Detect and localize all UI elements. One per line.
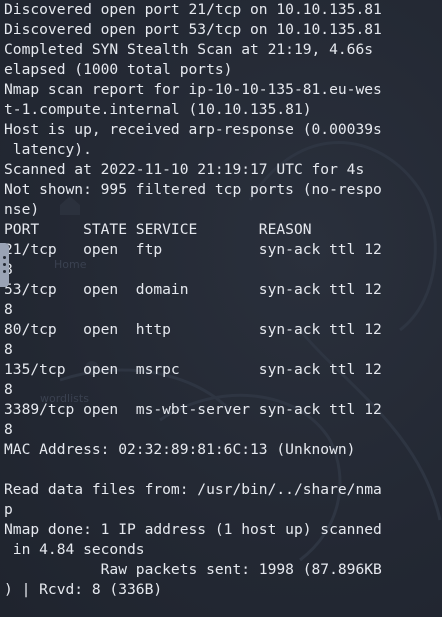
terminal-line: Completed SYN Stealth Scan at 21:19, 4.6… bbox=[4, 41, 374, 58]
terminal-line: Nmap done: 1 IP address (1 host up) scan… bbox=[4, 521, 382, 538]
terminal-line: 21/tcp open ftp syn-ack ttl 12 bbox=[4, 241, 382, 258]
terminal-line: 8 bbox=[4, 301, 13, 318]
terminal-line: PORT STATE SERVICE REASON bbox=[4, 221, 312, 238]
terminal-line: latency). bbox=[4, 141, 92, 158]
terminal-line: Read data files from: /usr/bin/../share/… bbox=[4, 481, 382, 498]
terminal-line: MAC Address: 02:32:89:81:6C:13 (Unknown) bbox=[4, 441, 356, 458]
terminal-line: 8 bbox=[4, 260, 382, 280]
terminal-line: 8 bbox=[4, 341, 13, 358]
terminal-line: 3389/tcp open ms-wbt-server syn-ack ttl … bbox=[4, 401, 382, 418]
terminal-line: p bbox=[4, 501, 13, 518]
terminal-line: Discovered open port 53/tcp on 10.10.135… bbox=[4, 21, 382, 38]
terminal-line: Nmap scan report for ip-10-10-135-81.eu-… bbox=[4, 81, 382, 98]
terminal-line: Host is up, received arp-response (0.000… bbox=[4, 121, 382, 138]
terminal-line: elapsed (1000 total ports) bbox=[4, 61, 233, 78]
terminal-line: 8 bbox=[4, 421, 13, 438]
terminal-line: Not shown: 995 filtered tcp ports (no-re… bbox=[4, 181, 382, 198]
terminal-line: nse) bbox=[4, 201, 40, 218]
panel-drag-handle[interactable] bbox=[0, 243, 9, 287]
terminal-line: 8 bbox=[4, 381, 13, 398]
terminal-line: Discovered open port 21/tcp on 10.10.135… bbox=[4, 1, 382, 18]
terminal-output[interactable]: Discovered open port 21/tcp on 10.10.135… bbox=[4, 0, 382, 600]
terminal-line: in 4.84 seconds bbox=[4, 541, 145, 558]
terminal-line: Raw packets sent: 1998 (87.896KB bbox=[4, 561, 382, 578]
terminal-line: Scanned at 2022-11-10 21:19:17 UTC for 4… bbox=[4, 161, 365, 178]
terminal-line: 53/tcp open domain syn-ack ttl 12 bbox=[4, 281, 382, 298]
terminal-line: ) | Rcvd: 8 (336B) bbox=[4, 581, 163, 598]
terminal-line: 80/tcp open http syn-ack ttl 12 bbox=[4, 321, 382, 338]
terminal-window[interactable]: Home wordlists Discovered open port 21/t… bbox=[0, 0, 442, 617]
terminal-line: 135/tcp open msrpc syn-ack ttl 12 bbox=[4, 361, 382, 378]
terminal-line: t-1.compute.internal (10.10.135.81) bbox=[4, 101, 312, 118]
